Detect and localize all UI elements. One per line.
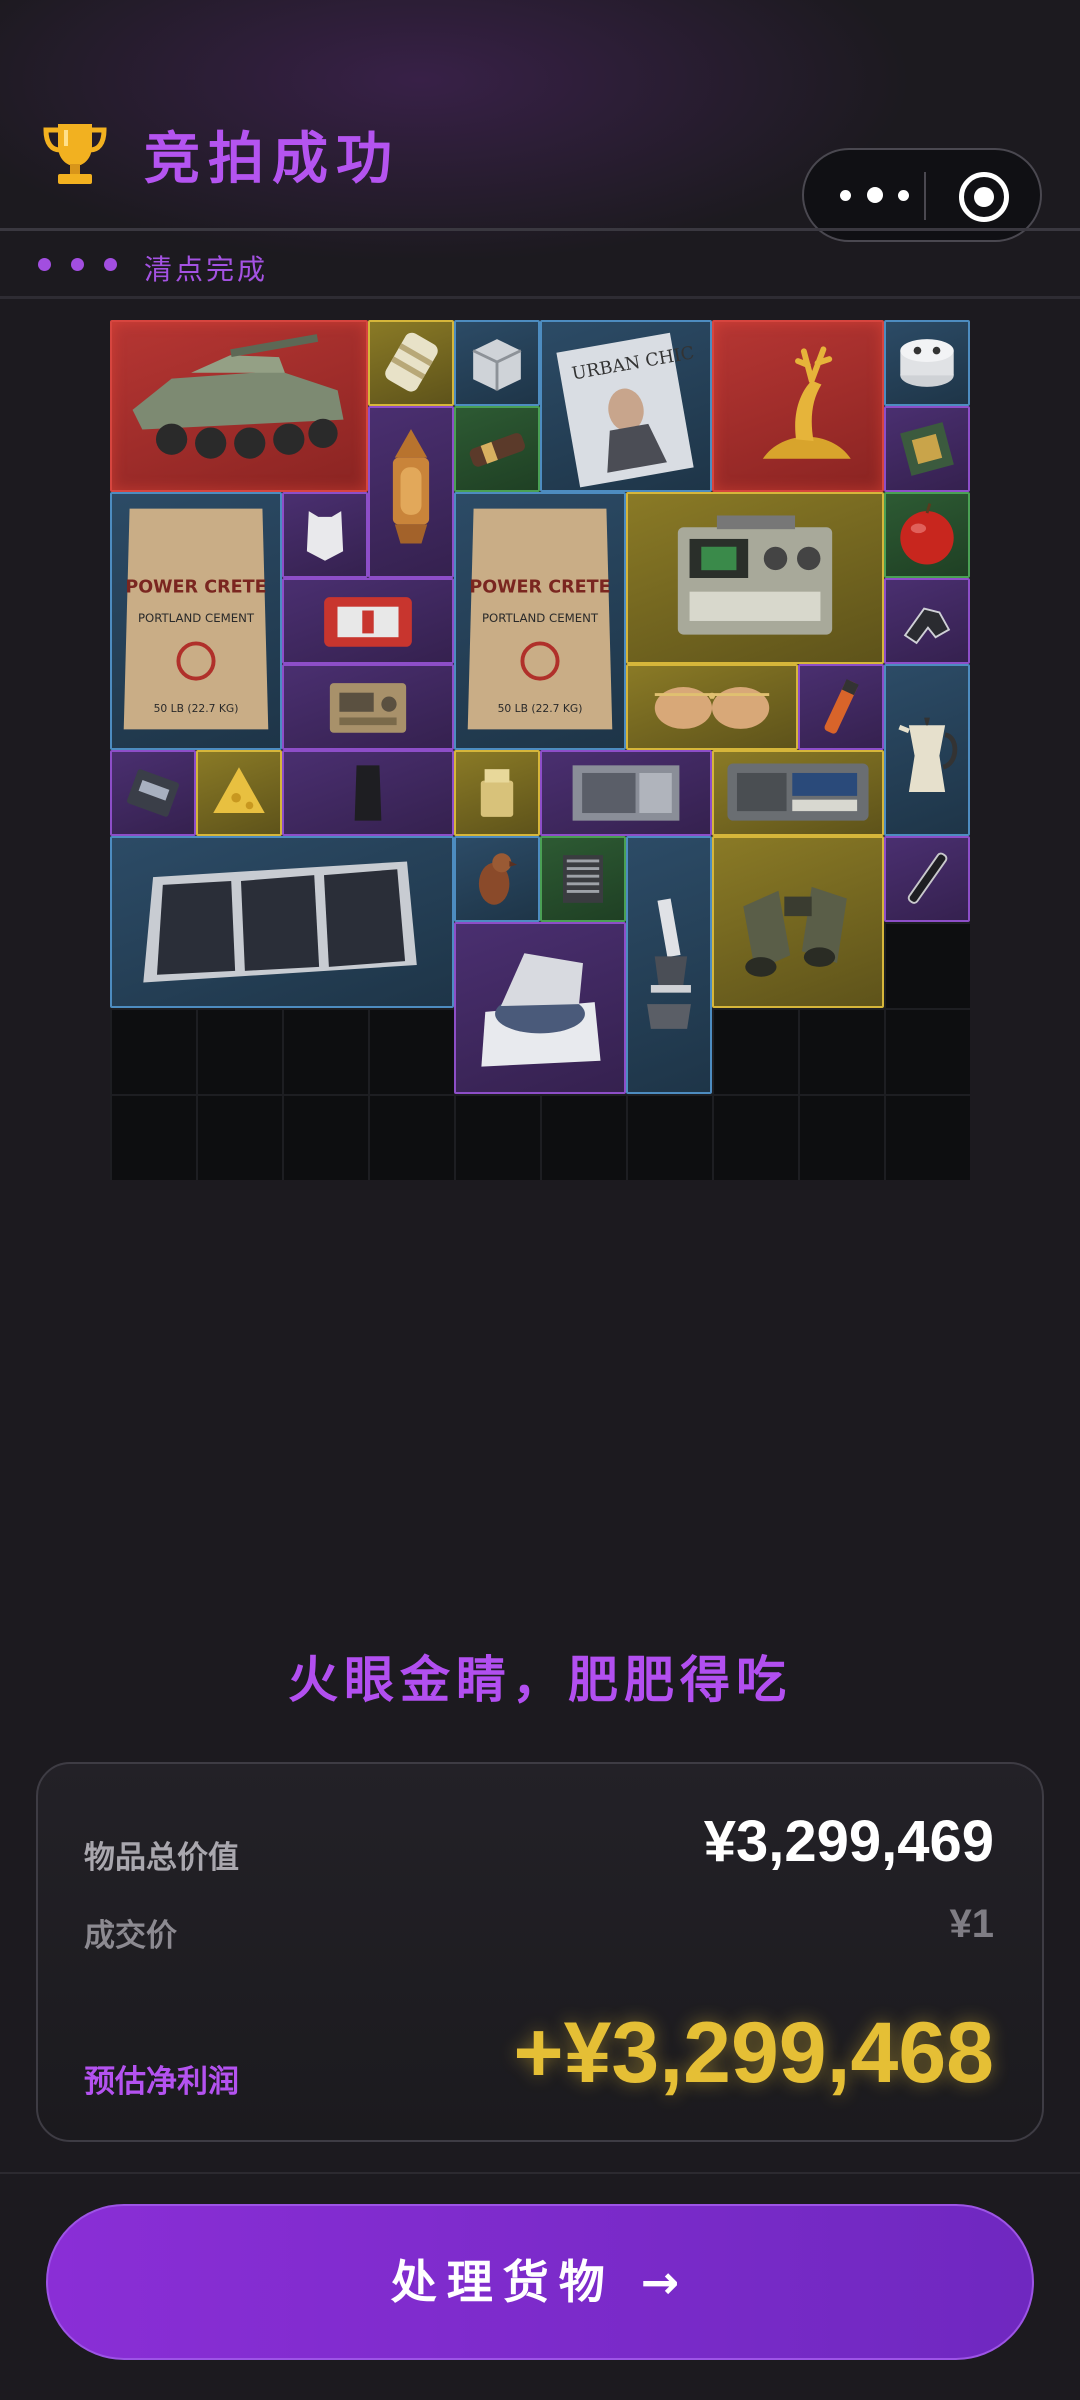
magazine-item[interactable]: URBAN CHIC bbox=[540, 320, 712, 492]
golden-deer-item[interactable] bbox=[712, 320, 884, 492]
fountain-pen-item[interactable] bbox=[884, 836, 970, 922]
microscope-item[interactable] bbox=[626, 836, 712, 1094]
field-radio-icon bbox=[329, 683, 407, 733]
progress-dots-icon bbox=[38, 258, 128, 278]
status-text: 清点完成 bbox=[144, 253, 269, 286]
profit-summary-card: 物品总价值 ¥3,299,469 成交价 ¥1 预估净利润 +¥3,299,46… bbox=[36, 1762, 1044, 2142]
first-aid-kit-icon bbox=[324, 597, 412, 647]
electronic-module-item[interactable] bbox=[884, 320, 970, 406]
cement-bag-item-1[interactable]: POWER CRETE PORTLAND CEMENT 50 LB (22.7 … bbox=[110, 492, 282, 750]
signal-flare-item[interactable] bbox=[798, 664, 884, 750]
server-unit-item[interactable] bbox=[454, 320, 540, 406]
cement-bag-icon: POWER CRETE PORTLAND CEMENT 50 LB (22.7 … bbox=[123, 508, 269, 730]
first-aid-kit-item[interactable] bbox=[282, 578, 454, 664]
cement-bag-item-2[interactable]: POWER CRETE PORTLAND CEMENT 50 LB (22.7 … bbox=[454, 492, 626, 750]
lighter-icon bbox=[480, 769, 514, 817]
microscope-icon bbox=[647, 898, 691, 1029]
control-panel-item[interactable] bbox=[712, 750, 884, 836]
process-goods-button[interactable]: 处理货物 → bbox=[46, 2204, 1034, 2360]
solar-panel-icon bbox=[143, 861, 417, 983]
server-icon bbox=[472, 339, 522, 391]
radio-transceiver-icon bbox=[677, 515, 833, 635]
handle-icon bbox=[903, 607, 951, 645]
header-divider bbox=[0, 228, 1080, 231]
cpu-cooler-item[interactable] bbox=[540, 836, 626, 922]
armored-vehicle-icon bbox=[132, 334, 344, 459]
net-profit-amount: +¥3,299,468 bbox=[513, 2005, 994, 2101]
bird-icon bbox=[478, 853, 518, 905]
svg-text:50 LB (22.7 KG): 50 LB (22.7 KG) bbox=[154, 702, 239, 715]
target-close-icon[interactable] bbox=[959, 172, 1009, 222]
centrifuge-icon bbox=[481, 953, 601, 1067]
footer-divider bbox=[0, 2172, 1080, 2174]
binoculars-item[interactable] bbox=[712, 836, 884, 1008]
solar-panel-item[interactable] bbox=[110, 836, 454, 1008]
cheese-icon bbox=[213, 767, 265, 814]
lantern-icon bbox=[392, 429, 430, 544]
antenna-cylinder-item[interactable] bbox=[368, 320, 454, 406]
sunglasses-icon bbox=[654, 686, 770, 729]
hard-drive-icon bbox=[127, 769, 179, 817]
ceramic-plate-item[interactable] bbox=[282, 750, 454, 836]
armored-vehicle-item[interactable] bbox=[110, 320, 368, 492]
status-divider bbox=[0, 296, 1080, 299]
cheese-item[interactable] bbox=[196, 750, 282, 836]
deer-figurine-icon bbox=[762, 346, 851, 459]
capsule-divider bbox=[924, 172, 926, 220]
slogan-text: 火眼金睛，肥肥得吃 bbox=[288, 1651, 792, 1709]
inventory-grid: URBAN CHIC POWER CRETE PORTLAND CEMENT 5… bbox=[110, 320, 970, 1180]
graphics-card-item[interactable] bbox=[540, 750, 712, 836]
tactical-handle-item[interactable] bbox=[884, 578, 970, 664]
deal-price-amount: ¥1 bbox=[949, 1902, 995, 1946]
header: 竞拍成功 bbox=[0, 0, 1080, 242]
sunglasses-item[interactable] bbox=[626, 664, 798, 750]
battery-icon bbox=[469, 433, 525, 467]
apple-item[interactable] bbox=[884, 492, 970, 578]
zippo-lighter-item[interactable] bbox=[454, 750, 540, 836]
apple-icon bbox=[900, 503, 954, 565]
trophy-icon bbox=[43, 124, 107, 184]
pen-icon bbox=[907, 852, 948, 904]
cpu-cooler-icon bbox=[562, 855, 604, 903]
more-dots-icon[interactable] bbox=[834, 150, 920, 240]
total-value-label: 物品总价值 bbox=[84, 1840, 239, 1876]
hard-drive-item[interactable] bbox=[110, 750, 196, 836]
magazine-icon: URBAN CHIC bbox=[556, 332, 696, 488]
circuit-chip-item[interactable] bbox=[884, 406, 970, 492]
svg-text:POWER CRETE: POWER CRETE bbox=[469, 578, 610, 598]
deal-price-label: 成交价 bbox=[84, 1918, 177, 1954]
binoculars-icon bbox=[743, 886, 847, 977]
graphics-card-icon bbox=[572, 765, 680, 821]
control-panel-icon bbox=[727, 763, 869, 821]
lantern-item[interactable] bbox=[368, 406, 454, 578]
svg-text:50 LB (22.7 KG): 50 LB (22.7 KG) bbox=[498, 702, 583, 715]
cylinder-icon bbox=[385, 332, 438, 392]
battery-pack-item[interactable] bbox=[454, 406, 540, 492]
moka-pot-icon bbox=[898, 717, 958, 792]
field-radio-item[interactable] bbox=[282, 664, 454, 750]
total-value-amount: ¥3,299,469 bbox=[703, 1809, 994, 1874]
centrifuge-item[interactable] bbox=[454, 922, 626, 1094]
svg-text:PORTLAND CEMENT: PORTLAND CEMENT bbox=[482, 611, 599, 625]
bird-figurine-item[interactable] bbox=[454, 836, 540, 922]
svg-text:POWER CRETE: POWER CRETE bbox=[125, 578, 266, 598]
moka-pot-item[interactable] bbox=[884, 664, 970, 836]
cement-bag-icon: POWER CRETE PORTLAND CEMENT 50 LB (22.7 … bbox=[467, 508, 613, 730]
radio-transceiver-item[interactable] bbox=[626, 492, 884, 664]
net-profit-label: 预估净利润 bbox=[84, 2064, 239, 2100]
flare-icon bbox=[824, 679, 859, 734]
armor-plate-icon bbox=[306, 511, 344, 561]
armor-plate-item[interactable] bbox=[282, 492, 368, 578]
plate-icon bbox=[354, 765, 382, 821]
module-icon bbox=[900, 339, 954, 387]
page-title: 竞拍成功 bbox=[144, 127, 400, 192]
chip-icon bbox=[900, 422, 954, 476]
svg-text:PORTLAND CEMENT: PORTLAND CEMENT bbox=[138, 611, 255, 625]
